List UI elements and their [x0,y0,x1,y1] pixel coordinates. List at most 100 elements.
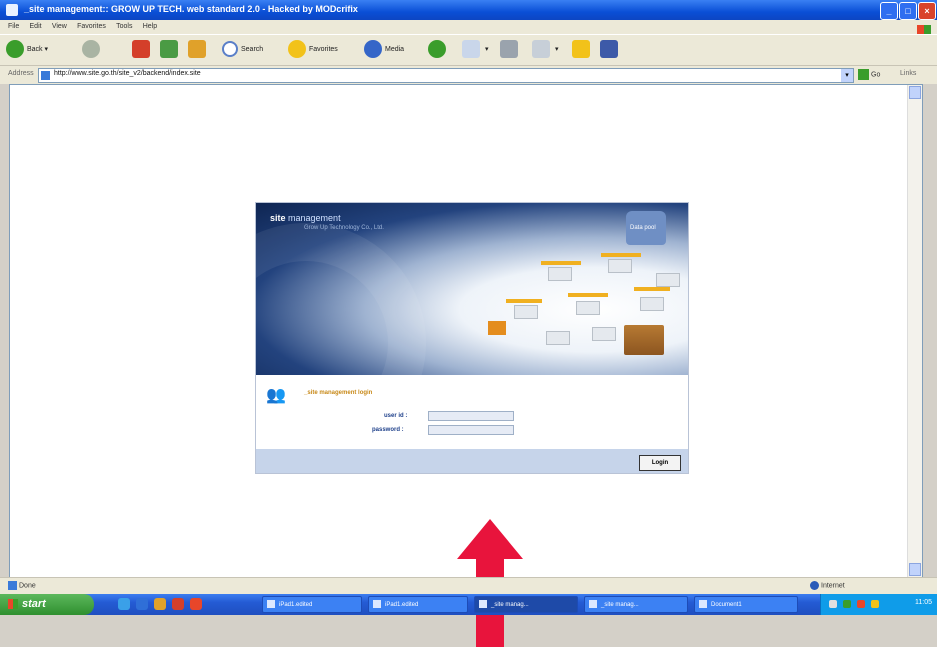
window-icon [589,600,597,609]
user-id-label: user id : [384,413,408,419]
favorites-button[interactable]: Favorites [288,40,338,60]
go-arrow-icon [858,69,869,80]
taskbar-item[interactable]: iPad1.edited [368,596,468,613]
back-button[interactable]: Back ▾ [6,40,48,60]
edit-icon [532,40,550,59]
edit-button[interactable]: ▾ [532,40,558,60]
history-button[interactable] [428,40,449,60]
tray-clock: 11:05 [915,599,932,606]
close-button[interactable]: × [918,2,936,20]
search-button[interactable]: Search [222,40,263,60]
address-url: http://www.site.go.th/site_v2/backend/in… [54,70,201,77]
tray-language-icon[interactable] [829,600,837,608]
menu-bar: File Edit View Favorites Tools Help [0,20,937,36]
taskbar-item[interactable]: iPad1.edited [262,596,362,613]
user-id-input[interactable] [428,411,514,421]
illustration-bar [541,261,581,265]
tray-antivirus-icon[interactable] [857,600,865,608]
illustration-bar [601,253,641,257]
quicklaunch-ie-icon[interactable] [136,598,148,610]
media-button[interactable]: Media [364,40,404,60]
menu-tools[interactable]: Tools [116,23,132,30]
banner-ring-graphic [256,223,426,375]
window-title: _site management:: GROW UP TECH. web sta… [24,4,358,14]
forward-arrow-icon [82,40,100,59]
menu-help[interactable]: Help [143,23,157,30]
system-tray: 11:05 [820,594,937,615]
login-banner: site management Grow Up Technology Co., … [256,203,688,375]
illustration-block [608,259,632,273]
status-text: Done [8,581,36,590]
page-icon [41,71,50,80]
quicklaunch-app-icon[interactable] [172,598,184,610]
taskbar-item-active[interactable]: _site manag... [474,596,578,613]
window-icon [699,600,707,609]
quicklaunch-desktop-icon[interactable] [118,598,130,610]
illustration-bar [568,293,608,297]
messenger-icon [600,40,618,59]
forward-button[interactable] [82,40,103,60]
taskbar-item[interactable]: _site manag... [584,596,688,613]
menu-favorites[interactable]: Favorites [77,23,106,30]
refresh-icon [160,40,178,59]
menu-edit[interactable]: Edit [30,23,42,30]
discuss-button[interactable] [572,40,593,60]
scroll-up-icon[interactable] [909,86,921,99]
address-bar: Address http://www.site.go.th/site_v2/ba… [0,65,937,84]
taskbar: start iPad1.edited iPad1.edited _site ma… [0,594,937,615]
start-button[interactable]: start [0,594,94,615]
menu-view[interactable]: View [52,23,67,30]
illustration-bar [634,287,670,291]
home-button[interactable] [188,40,209,60]
quicklaunch-office-icon[interactable] [190,598,202,610]
stop-button[interactable] [132,40,153,60]
maximize-button[interactable]: □ [899,2,917,20]
scroll-down-icon[interactable] [909,563,921,576]
quicklaunch-media-icon[interactable] [154,598,166,610]
standard-toolbar: Back ▾ Search Favorites Media ▾ ▾ [0,34,937,65]
home-icon [188,40,206,59]
address-dropdown-icon[interactable]: ▾ [841,69,853,82]
print-button[interactable] [500,40,521,60]
cardboard-box-icon [624,325,664,355]
login-form: 👥 _site management login user id : passw… [256,375,688,447]
users-icon: 👥 [266,387,286,404]
go-button[interactable]: Go [858,69,880,80]
mail-icon [462,40,480,59]
login-button[interactable]: Login [639,455,681,471]
illustration-block [592,327,616,341]
menu-file[interactable]: File [8,23,19,30]
security-zone: Internet [810,581,845,590]
address-label: Address [8,70,34,77]
database-label: Data pool [630,225,656,231]
links-button[interactable]: Links [900,70,916,77]
illustration-block [548,267,572,281]
refresh-button[interactable] [160,40,181,60]
print-icon [500,40,518,59]
vertical-scrollbar[interactable] [907,85,922,577]
status-bar: Done Internet [0,577,937,594]
window-titlebar: _site management:: GROW UP TECH. web sta… [0,0,937,20]
address-input[interactable]: http://www.site.go.th/site_v2/backend/in… [38,68,854,83]
taskbar-item[interactable]: Document1 [694,596,798,613]
illustration-block [576,301,600,315]
windows-logo-icon [8,599,18,610]
password-input[interactable] [428,425,514,435]
tray-volume-icon[interactable] [871,600,879,608]
minimize-button[interactable]: _ [880,2,898,20]
illustration-bar [506,299,542,303]
illustration-block [546,331,570,345]
tray-network-icon[interactable] [843,600,851,608]
window-icon [373,600,381,609]
window-icon [267,600,275,609]
page-done-icon [8,581,17,590]
login-footer: Login [256,449,688,473]
illustration-box [488,321,506,335]
messenger-button[interactable] [600,40,621,60]
illustration-block [656,273,680,287]
media-icon [364,40,382,59]
login-panel: site management Grow Up Technology Co., … [255,202,689,474]
mail-button[interactable]: ▾ [462,40,488,60]
stop-icon [132,40,150,59]
search-icon [222,41,238,58]
